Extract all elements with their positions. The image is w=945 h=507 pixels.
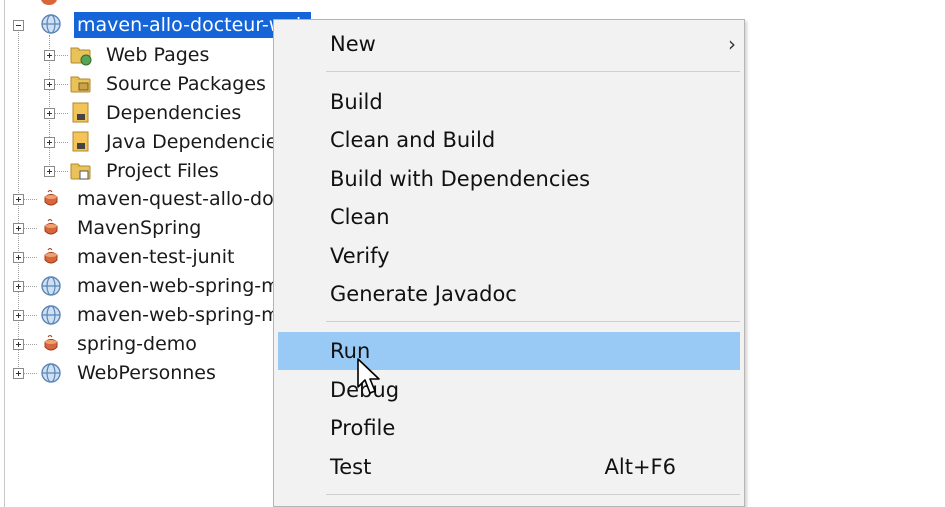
menu-item-build-with-dependencies[interactable]: Build with Dependencies: [274, 160, 744, 198]
expand-toggle[interactable]: [13, 368, 24, 379]
menu-item-clean[interactable]: Clean: [274, 198, 744, 236]
tree-item-project[interactable]: WebPersonnes: [77, 360, 216, 386]
tree-item-web-pages[interactable]: Web Pages: [106, 42, 209, 68]
tree-item-dependencies[interactable]: Dependencies: [106, 100, 241, 126]
submenu-arrow-icon: ›: [728, 32, 736, 56]
folder-source-packages-icon: [70, 73, 92, 95]
folder-java-dependencies-icon: [70, 131, 92, 153]
menu-item-label: Build: [330, 90, 383, 114]
tree-item-project[interactable]: maven-web-spring-mvc: [77, 302, 301, 328]
menu-item-clean-and-build[interactable]: Clean and Build: [274, 121, 744, 159]
menu-item-label: Clean and Build: [330, 128, 496, 152]
menu-item-label: Clean: [330, 205, 390, 229]
tree-border: [4, 0, 5, 507]
tree-item-project[interactable]: maven-web-spring-mvc: [77, 273, 301, 299]
context-menu: New › Build Clean and Build Build with D…: [273, 19, 745, 507]
menu-item-profile[interactable]: Profile: [274, 409, 744, 447]
maven-project-icon: [40, 246, 62, 268]
web-project-icon: [40, 13, 62, 35]
menu-item-label: Test: [330, 455, 372, 479]
tree-item-project[interactable]: maven-test-junit: [77, 244, 234, 270]
menu-item-build[interactable]: Build: [274, 83, 744, 121]
folder-web-icon: [70, 44, 92, 66]
expand-toggle[interactable]: [44, 166, 55, 177]
tree-item-project[interactable]: spring-demo: [77, 331, 197, 357]
menu-item-verify[interactable]: Verify: [274, 237, 744, 275]
expand-toggle[interactable]: [13, 339, 24, 350]
expand-toggle[interactable]: [13, 310, 24, 321]
folder-project-files-icon: [70, 160, 92, 182]
mouse-pointer-icon: [357, 358, 380, 394]
expand-toggle[interactable]: [13, 252, 24, 263]
menu-separator: [326, 71, 740, 72]
expand-toggle[interactable]: [13, 281, 24, 292]
expand-toggle[interactable]: [13, 194, 24, 205]
tree-item-project[interactable]: MavenSpring: [77, 215, 201, 241]
web-project-icon: [40, 304, 62, 326]
folder-dependencies-icon: [70, 102, 92, 124]
web-project-icon: [40, 362, 62, 384]
expand-toggle[interactable]: [13, 223, 24, 234]
menu-item-new[interactable]: New ›: [274, 25, 744, 63]
menu-item-test[interactable]: Test Alt+F6: [274, 448, 744, 486]
menu-separator: [326, 494, 740, 495]
web-project-icon: [40, 275, 62, 297]
expand-toggle[interactable]: [44, 137, 55, 148]
menu-item-generate-javadoc[interactable]: Generate Javadoc: [274, 275, 744, 313]
maven-project-icon: [40, 217, 62, 239]
collapse-toggle[interactable]: [13, 20, 24, 31]
tree-item-project-files[interactable]: Project Files: [106, 158, 219, 184]
maven-project-icon: [40, 333, 62, 355]
tree-item-source-packages[interactable]: Source Packages: [106, 71, 266, 97]
maven-project-icon: [38, 0, 60, 8]
menu-separator: [326, 321, 740, 322]
menu-item-debug[interactable]: Debug: [274, 371, 744, 409]
menu-item-label: New: [330, 32, 376, 56]
expand-toggle[interactable]: [44, 50, 55, 61]
menu-item-shortcut: Alt+F6: [604, 455, 676, 479]
expand-toggle[interactable]: [44, 108, 55, 119]
menu-item-run[interactable]: Run: [278, 332, 740, 370]
menu-item-label: Build with Dependencies: [330, 167, 591, 191]
tree-item-java-dependencies[interactable]: Java Dependencies: [106, 129, 287, 155]
menu-item-label: Generate Javadoc: [330, 282, 517, 306]
expand-toggle[interactable]: [44, 79, 55, 90]
menu-item-label: Verify: [330, 244, 390, 268]
menu-item-label: Profile: [330, 416, 396, 440]
maven-project-icon: [40, 188, 62, 210]
projects-tree: maven-allo-docteur-web Web Pages Source P…: [0, 0, 323, 507]
